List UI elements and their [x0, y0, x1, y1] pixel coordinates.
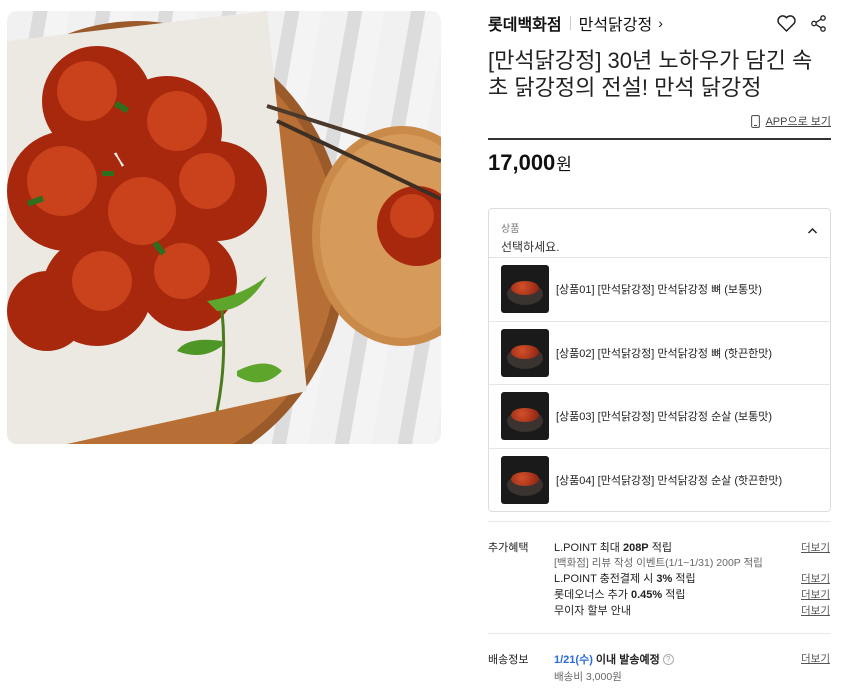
brand-name[interactable]: 롯데백화점 [488, 11, 562, 35]
brand-separator [569, 16, 571, 30]
lpoint-more-link[interactable]: 더보기 [801, 540, 830, 555]
app-view-link[interactable]: APP으로 보기 [751, 113, 831, 129]
shipping-date: 1/21(수) [554, 654, 593, 666]
chevron-right-icon: › [658, 15, 663, 31]
shipping-more-link[interactable]: 더보기 [801, 651, 830, 666]
charge-benefit: L.POINT 충전결제 시 3% 적립 [554, 573, 696, 585]
option-item-02[interactable]: [상품02] [만석닭강정] 만석닭강정 뼈 (핫끈한맛) [489, 322, 830, 385]
owners-more-link[interactable]: 더보기 [801, 587, 830, 602]
review-event: [백화점] 리뷰 작성 이벤트(1/1~1/31) 200P 적립 [554, 557, 763, 569]
share-icon[interactable] [807, 12, 829, 34]
brand-row: 롯데백화점 만석닭강정 › [488, 12, 831, 34]
installment-info: 무이자 할부 안내 [554, 605, 631, 617]
mobile-phone-icon [751, 114, 761, 128]
app-view-label: APP으로 보기 [765, 116, 831, 128]
option-item-label: [상품01] [만석닭강정] 만석닭강정 뼈 (보통맛) [556, 284, 762, 297]
title-divider [488, 138, 831, 140]
option-thumbnail [501, 456, 549, 505]
option-thumbnail [501, 328, 549, 377]
option-item-label: [상품02] [만석닭강정] 만석닭강정 뼈 (핫끈한맛) [556, 347, 773, 360]
option-label: 상품 [501, 224, 520, 235]
option-select-header[interactable]: 상품 선택하세요. [489, 209, 830, 258]
lpoint-benefit: L.POINT 최대 208P 적립 [554, 542, 672, 554]
option-item-label: [상품03] [만석닭강정] 만석닭강정 순살 (보통맛) [556, 411, 773, 424]
heart-icon[interactable] [775, 12, 797, 34]
option-item-04[interactable]: [상품04] [만석닭강정] 만석닭강정 순살 (핫끈한맛) [489, 449, 830, 513]
shop-link[interactable]: 만석닭강정 › [579, 11, 663, 35]
shipping-label: 배송정보 [488, 654, 529, 666]
price: 17,000 원 [488, 150, 572, 176]
charge-more-link[interactable]: 더보기 [801, 571, 830, 586]
chevron-up-icon [807, 227, 818, 234]
product-title: [만석닭강정] 30년 노하우가 담긴 속초 닭강정의 전설! 만석 닭강정 [488, 48, 813, 100]
owners-benefit: 롯데오너스 추가 0.45% 적립 [554, 589, 686, 601]
price-amount: 17,000 [488, 150, 556, 175]
shop-name: 만석닭강정 [578, 17, 653, 34]
shipping-schedule: 1/21(수) 이내 발송예정? [554, 651, 674, 667]
option-thumbnail [501, 392, 549, 441]
help-icon[interactable]: ? [662, 654, 674, 665]
benefits-label: 추가혜택 [488, 542, 529, 554]
option-select: 상품 선택하세요. [상품01] [만석닭강정] 만석닭강정 뼈 (보통맛) [… [488, 208, 831, 512]
installment-more-link[interactable]: 더보기 [801, 603, 830, 618]
option-thumbnail [501, 265, 549, 314]
option-item-label: [상품04] [만석닭강정] 만석닭강정 순살 (핫끈한맛) [556, 475, 783, 488]
benefits-divider [488, 521, 831, 522]
option-item-03[interactable]: [상품03] [만석닭강정] 만석닭강정 순살 (보통맛) [489, 385, 830, 449]
option-item-01[interactable]: [상품01] [만석닭강정] 만석닭강정 뼈 (보통맛) [489, 258, 830, 322]
shipping-divider [488, 633, 831, 634]
shipping-fee: 배송비 3,000원 [554, 671, 622, 683]
price-unit: 원 [556, 155, 572, 174]
option-placeholder: 선택하세요. [501, 240, 560, 254]
product-image [7, 11, 441, 444]
